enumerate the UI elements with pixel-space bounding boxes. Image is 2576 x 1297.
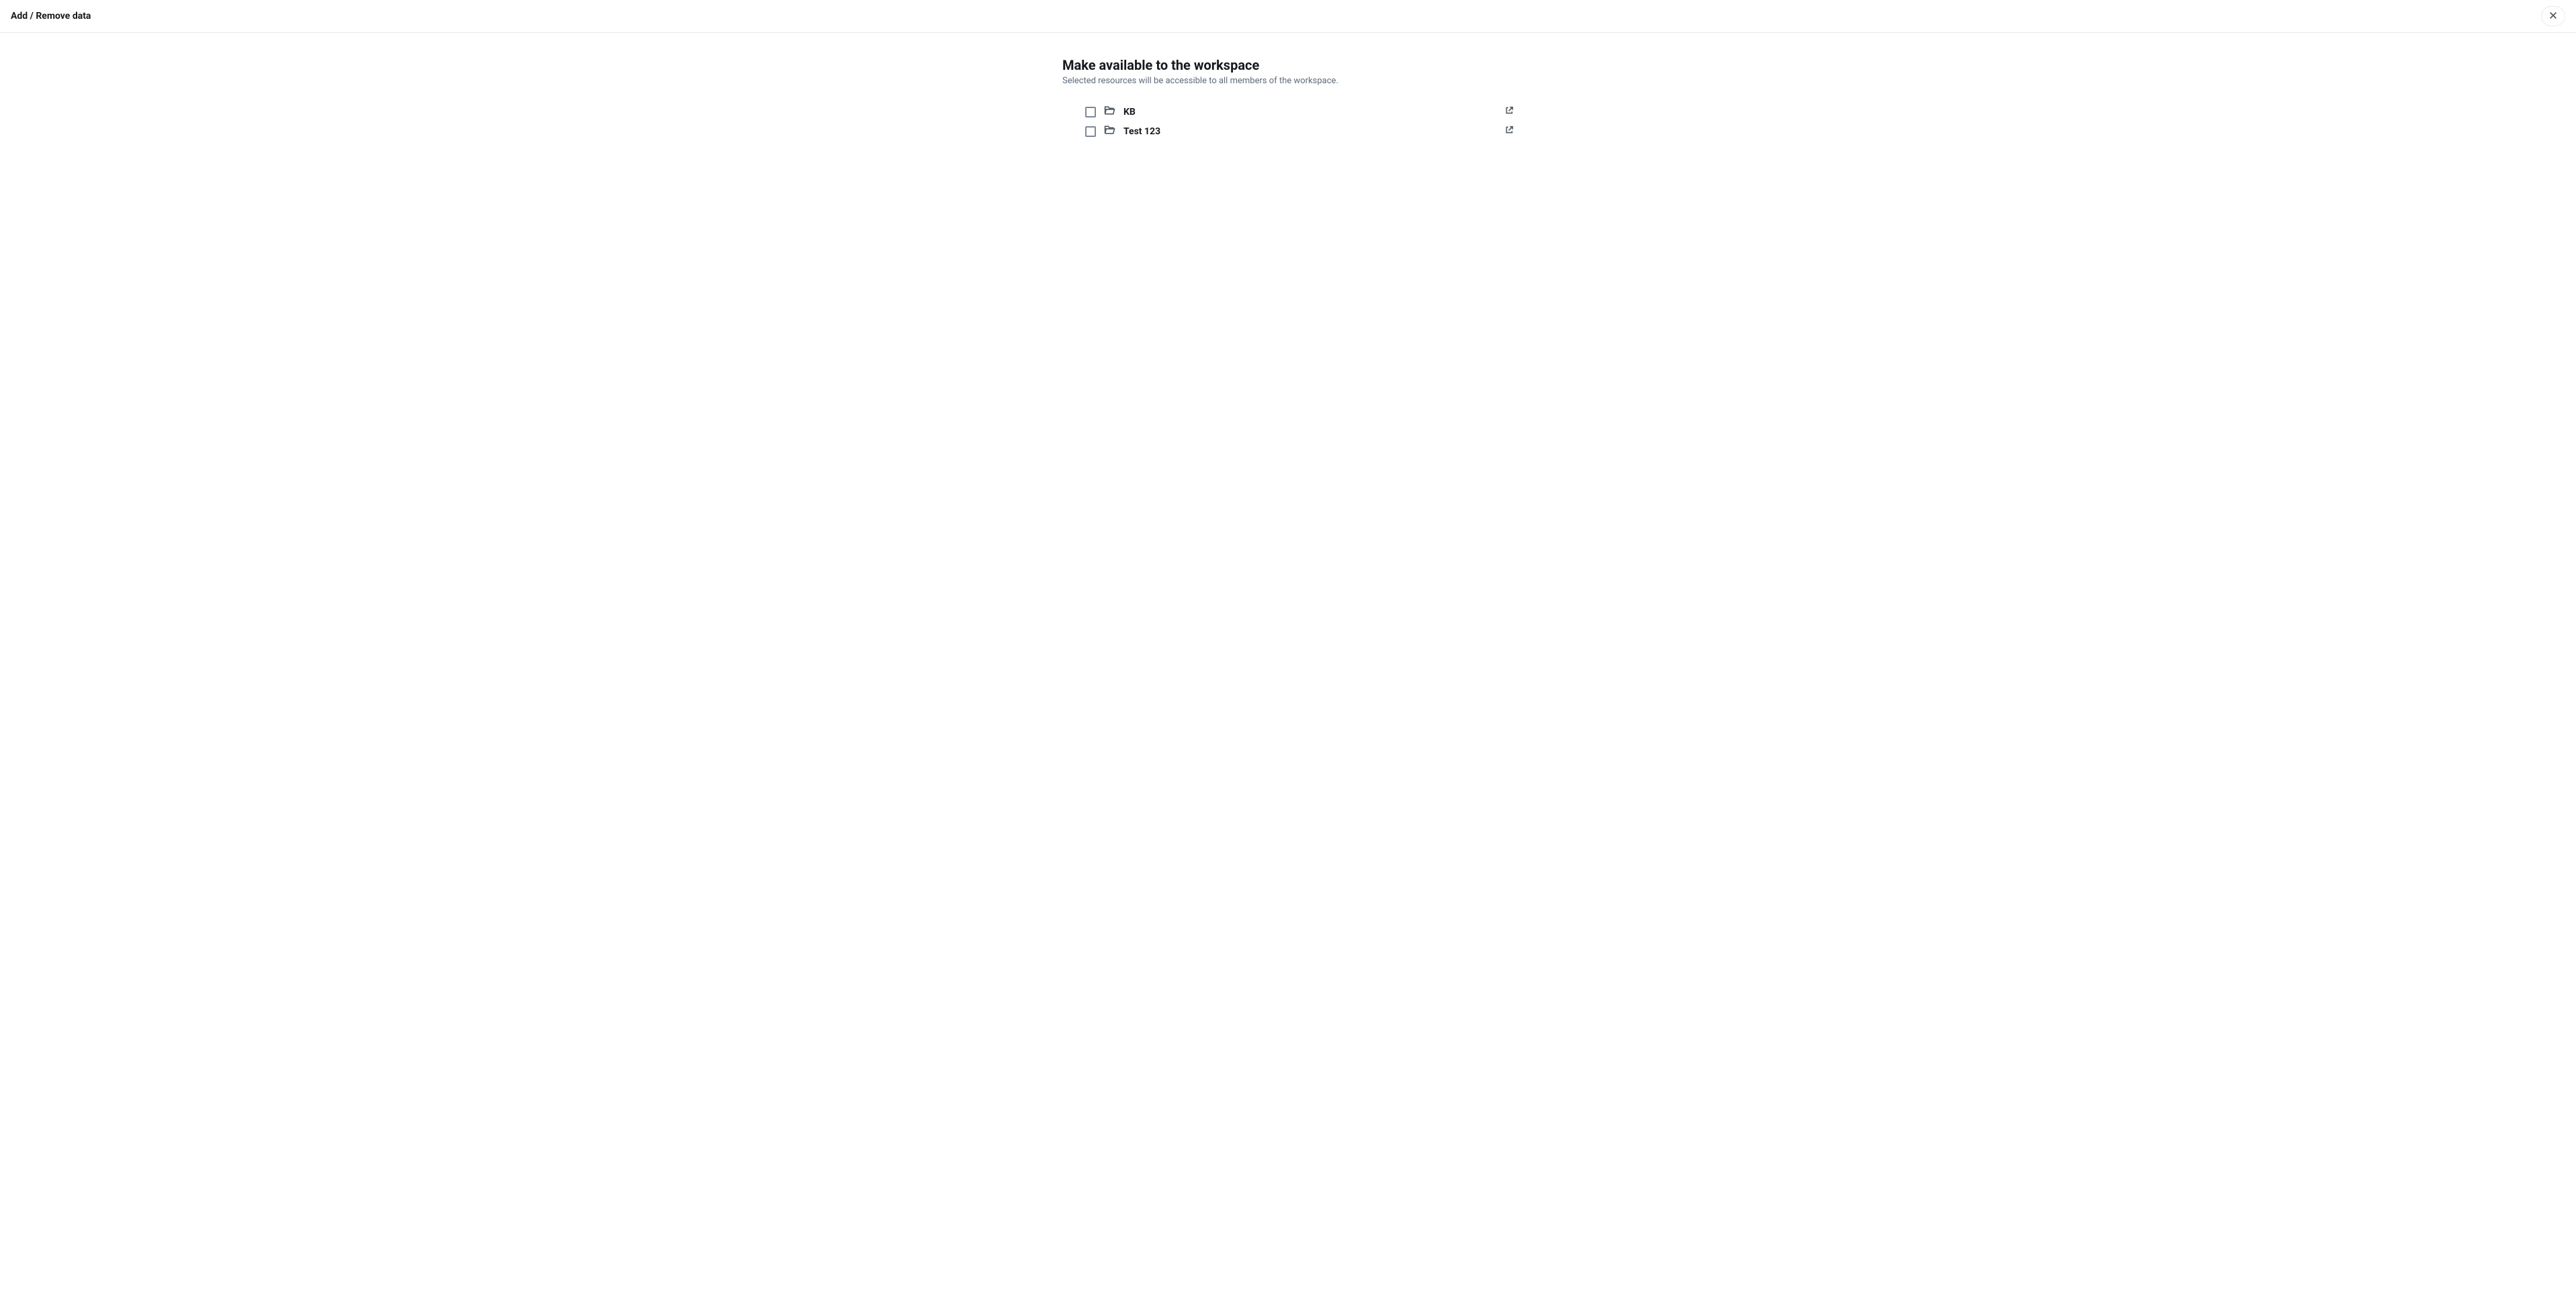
close-icon <box>2548 11 2558 22</box>
external-link-icon <box>1505 126 1514 137</box>
modal-title: Add / Remove data <box>11 11 91 21</box>
resource-row-left: Test 123 <box>1085 124 1160 138</box>
resource-row: KB <box>1085 102 1514 122</box>
resource-checkbox[interactable] <box>1085 126 1096 137</box>
resource-row-left: KB <box>1085 105 1136 119</box>
resource-checkbox[interactable] <box>1085 107 1096 117</box>
resource-label: Test 123 <box>1123 126 1160 137</box>
resource-list: KB Test <box>1062 102 1514 141</box>
page-title: Make available to the workspace <box>1062 57 1514 73</box>
main-content: Make available to the workspace Selected… <box>1046 33 1530 165</box>
resource-row: Test 123 <box>1085 122 1514 141</box>
external-link-button[interactable] <box>1505 106 1514 117</box>
folder-open-icon <box>1104 124 1115 138</box>
external-link-button[interactable] <box>1505 126 1514 137</box>
page-subtitle: Selected resources will be accessible to… <box>1062 76 1514 86</box>
external-link-icon <box>1505 106 1514 117</box>
modal-header: Add / Remove data <box>0 0 2576 33</box>
close-button[interactable] <box>2541 6 2565 26</box>
resource-label: KB <box>1123 107 1136 117</box>
folder-open-icon <box>1104 105 1115 119</box>
